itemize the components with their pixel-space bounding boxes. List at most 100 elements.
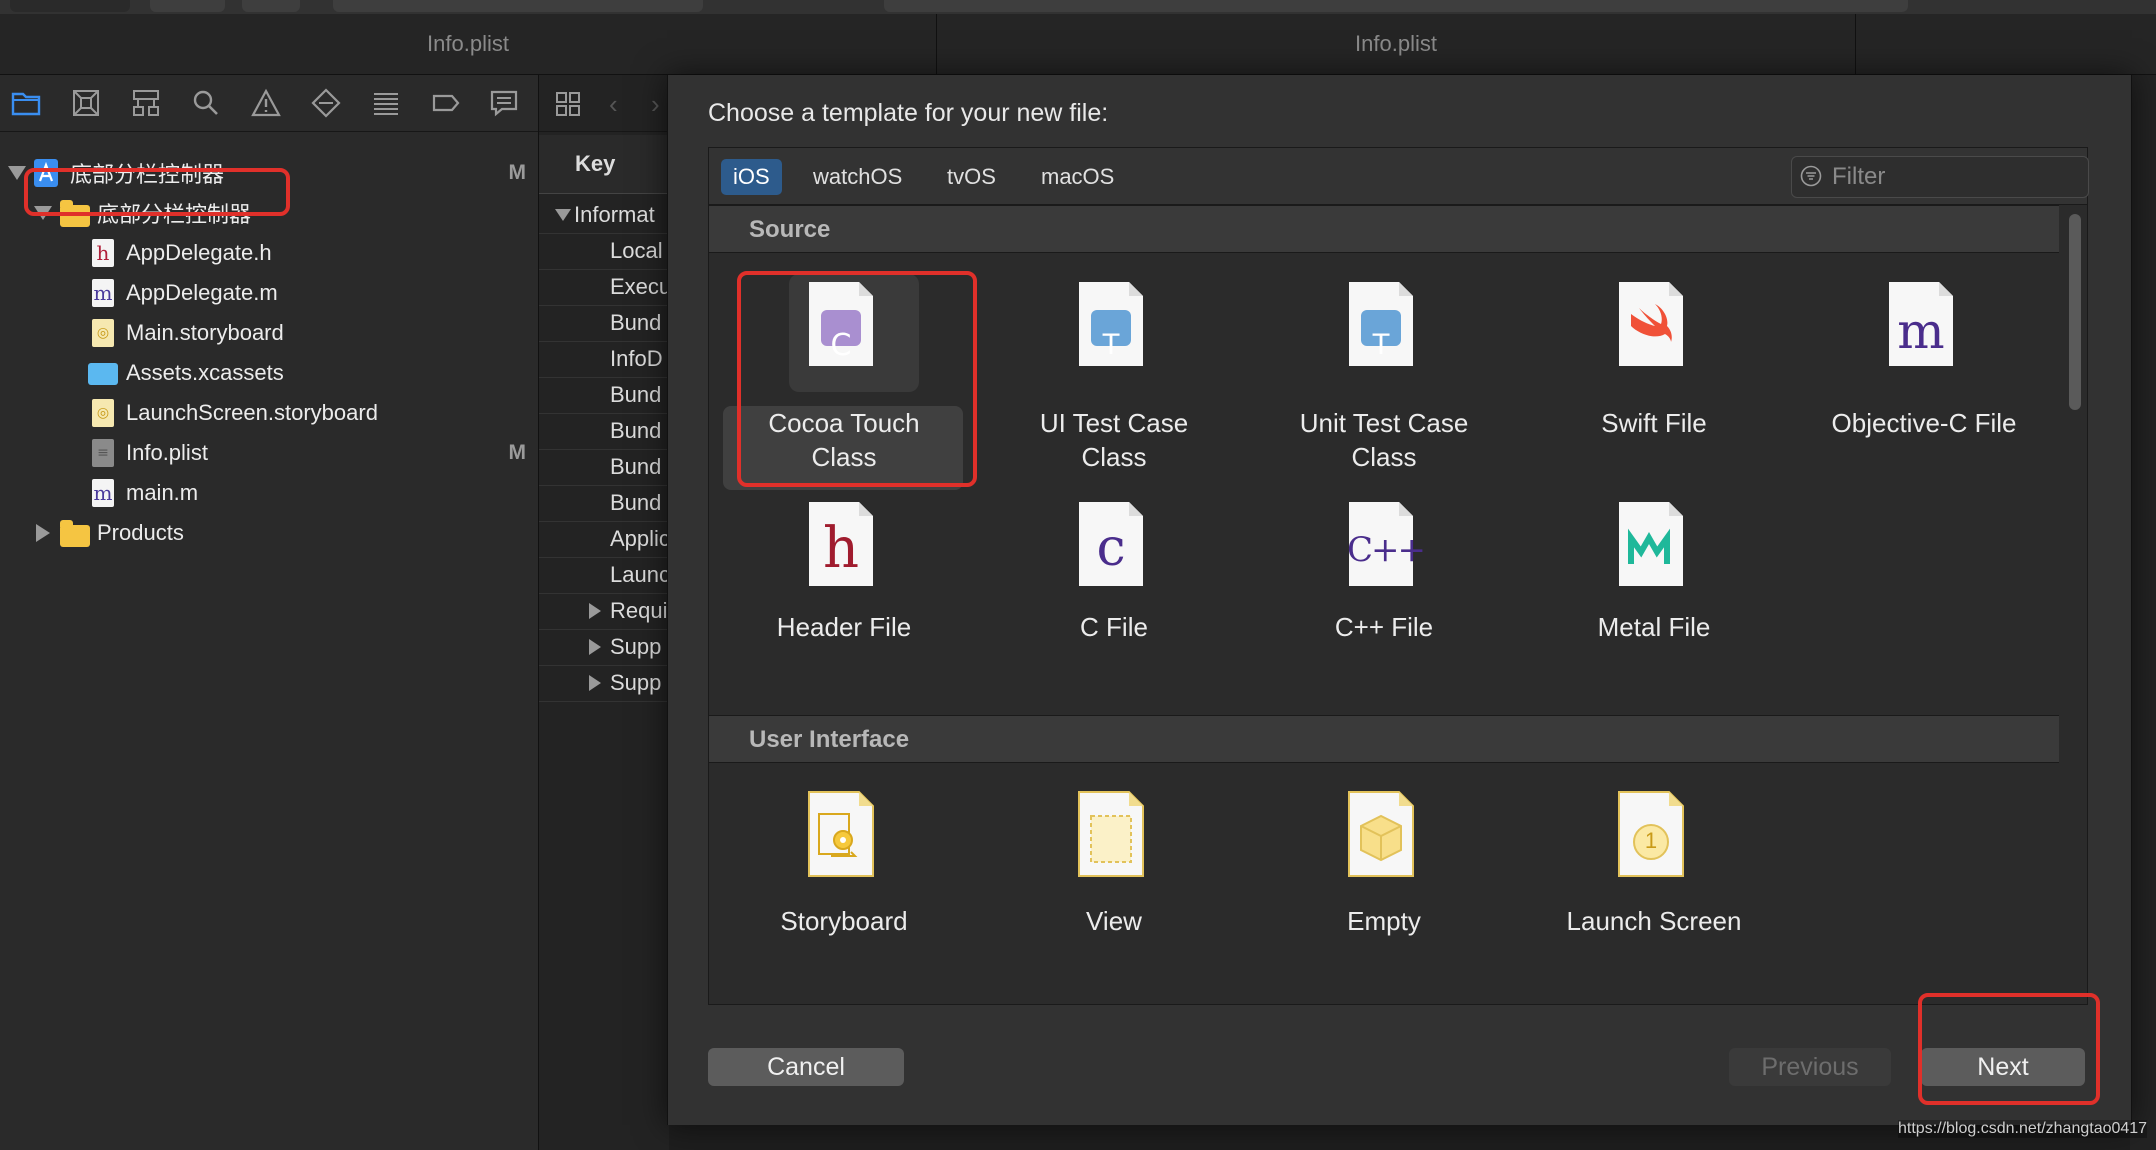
template-unit-test-case-class[interactable]: T Unit Test Case Class: [1259, 280, 1509, 490]
template-empty[interactable]: Empty: [1259, 790, 1509, 1000]
disclosure-expanded-icon[interactable]: [555, 209, 571, 221]
filter-icon: [1800, 165, 1822, 187]
template-header-file[interactable]: h Header File: [719, 500, 969, 710]
template-swift-file[interactable]: Swift File: [1529, 280, 1779, 490]
tree-row-file[interactable]: ≡ Info.plist M: [0, 433, 538, 473]
storyboard-file-icon: ◎: [92, 399, 114, 427]
hierarchy-icon[interactable]: [130, 87, 162, 119]
window-controls[interactable]: [10, 0, 130, 12]
plist-column-header-key[interactable]: Key: [539, 135, 669, 194]
stop-button[interactable]: [242, 0, 300, 12]
forward-arrow-icon[interactable]: ›: [651, 89, 660, 120]
plist-row[interactable]: Bund: [539, 413, 669, 450]
template-ui-test-case-class[interactable]: T UI Test Case Class: [989, 280, 1239, 490]
back-arrow-icon[interactable]: ‹: [609, 89, 618, 120]
disclosure-collapsed-icon[interactable]: [36, 524, 50, 542]
template-glyph: c: [1096, 518, 1126, 578]
template-label: Objective-C File: [1831, 408, 2017, 438]
plist-row[interactable]: Bund: [539, 377, 669, 414]
run-button[interactable]: [150, 0, 225, 12]
file-name: LaunchScreen.storyboard: [126, 400, 378, 425]
plist-row[interactable]: Bund: [539, 485, 669, 522]
debug-icon[interactable]: [370, 87, 402, 119]
plist-row[interactable]: Applic: [539, 521, 669, 558]
tree-row-file[interactable]: h AppDelegate.h: [0, 233, 538, 273]
plist-row[interactable]: Local: [539, 233, 669, 270]
plist-row[interactable]: InfoD: [539, 341, 669, 378]
plist-row[interactable]: Launc: [539, 557, 669, 594]
tab-info-plist-2[interactable]: Info.plist: [937, 14, 1855, 74]
scrollbar-thumb[interactable]: [2069, 214, 2081, 410]
warning-icon[interactable]: [250, 87, 282, 119]
tree-row-file[interactable]: m AppDelegate.m: [0, 273, 538, 313]
scheme-selector[interactable]: [333, 0, 703, 12]
tab-watchos[interactable]: watchOS: [801, 159, 914, 195]
related-items-icon[interactable]: [555, 91, 581, 117]
activity-view: [884, 0, 1908, 12]
editor-tab-bar: Info.plist Info.plist: [0, 14, 2156, 75]
breakpoint-icon[interactable]: [430, 87, 462, 119]
template-view[interactable]: View: [989, 790, 1239, 1000]
tree-row-file[interactable]: ◎ Main.storyboard: [0, 313, 538, 353]
window-toolbar: [0, 0, 2156, 14]
highlight-annotation: [24, 168, 290, 216]
template-label: Unit Test Case Class: [1299, 408, 1469, 472]
cancel-button[interactable]: Cancel: [708, 1048, 904, 1086]
plist-key: Local: [610, 238, 663, 263]
plist-row[interactable]: Supp: [539, 629, 669, 666]
template-objective-c-file[interactable]: m Objective-C File: [1799, 280, 2049, 490]
tree-row-file[interactable]: m main.m: [0, 473, 538, 513]
template-label: C File: [1080, 612, 1148, 642]
disclosure-collapsed-icon[interactable]: [589, 603, 601, 619]
tab-macos[interactable]: macOS: [1029, 159, 1126, 195]
template-label: Metal File: [1597, 612, 1711, 642]
tree-row-group-products[interactable]: Products: [0, 513, 538, 553]
source-control-icon[interactable]: [70, 87, 102, 119]
editor-jump-bar: ‹ ›: [539, 75, 669, 132]
template-launch-screen[interactable]: 1 Launch Screen: [1529, 790, 1779, 1000]
tab-info-plist-1[interactable]: Info.plist: [0, 14, 936, 74]
template-glyph: C++: [1347, 530, 1426, 570]
modified-badge: M: [508, 441, 527, 464]
template-label: Empty: [1347, 906, 1421, 936]
plist-file-icon: ≡: [92, 439, 114, 467]
test-icon[interactable]: [310, 87, 342, 119]
file-name: Assets.xcassets: [126, 360, 284, 385]
template-c-file[interactable]: c C File: [989, 500, 1239, 710]
template-metal-file[interactable]: Metal File: [1529, 500, 1779, 710]
view-icon: [1078, 791, 1144, 877]
disclosure-collapsed-icon[interactable]: [589, 675, 601, 691]
tab-tvos[interactable]: tvOS: [935, 159, 1008, 195]
platform-tab-bar: iOS watchOS tvOS macOS: [709, 148, 2089, 205]
tab-ios[interactable]: iOS: [721, 159, 782, 195]
plist-editor: ‹ › Key Informat Local Execu Bund InfoD …: [539, 75, 669, 1150]
template-glyph: m: [1897, 302, 1945, 360]
plist-key: Requi: [610, 598, 668, 623]
plist-row[interactable]: Supp: [539, 665, 669, 702]
plist-row-information[interactable]: Informat: [539, 197, 669, 234]
template-glyph: h: [822, 516, 860, 581]
template-cpp-file[interactable]: C++ C++ File: [1259, 500, 1509, 710]
plist-key: InfoD: [610, 346, 663, 371]
template-storyboard[interactable]: Storyboard: [719, 790, 969, 1000]
tree-row-file[interactable]: Assets.xcassets: [0, 353, 538, 393]
plist-row[interactable]: Execu: [539, 269, 669, 306]
filter-field[interactable]: [1791, 156, 2089, 198]
filter-input[interactable]: [1832, 157, 2072, 197]
plist-row[interactable]: Requi: [539, 593, 669, 630]
previous-button[interactable]: Previous: [1729, 1048, 1891, 1086]
plist-row[interactable]: Bund: [539, 449, 669, 486]
disclosure-collapsed-icon[interactable]: [589, 639, 601, 655]
plist-row[interactable]: Bund: [539, 305, 669, 342]
plist-key: Informat: [574, 202, 655, 227]
folder-icon: [60, 520, 90, 547]
tree-row-file[interactable]: ◎ LaunchScreen.storyboard: [0, 393, 538, 433]
metal-icon: [1619, 502, 1683, 586]
search-icon[interactable]: [190, 87, 222, 119]
section-title: User Interface: [749, 726, 910, 753]
plist-key: Bund: [610, 310, 662, 335]
template-glyph: T: [1101, 328, 1121, 361]
folder-icon[interactable]: [10, 87, 42, 119]
report-icon[interactable]: [488, 87, 520, 119]
template-glyph: T: [1371, 328, 1391, 361]
